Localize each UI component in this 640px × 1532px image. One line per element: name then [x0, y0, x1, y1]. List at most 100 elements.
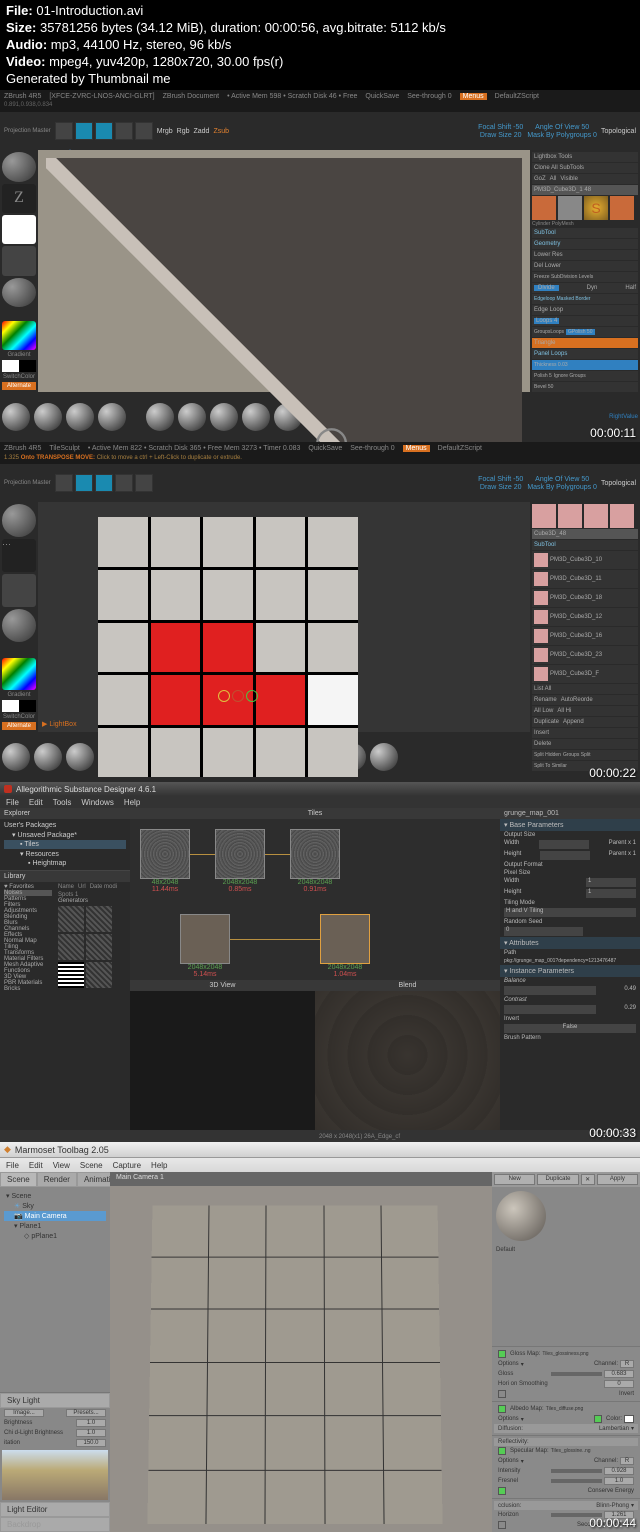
color-picker[interactable]	[2, 321, 36, 350]
draw-icon[interactable]	[75, 122, 93, 140]
stroke-icon[interactable]: ⋯	[2, 539, 36, 572]
menu-windows[interactable]: Windows	[81, 798, 113, 807]
media-info-header: File: 01-Introduction.avi Size: 35781256…	[0, 0, 640, 90]
menu-help[interactable]: Help	[124, 798, 140, 807]
brush-icon[interactable]	[2, 152, 36, 181]
thumbnail-3-substance: Allegorithmic Substance Designer 4.6.1 F…	[0, 782, 640, 1142]
tab-scene[interactable]: Scene	[0, 1172, 37, 1187]
new-button[interactable]: New	[494, 1174, 535, 1185]
lib-thumb[interactable]	[86, 934, 112, 960]
lib-thumb[interactable]	[86, 906, 112, 932]
move-icon[interactable]	[95, 474, 113, 492]
sd-node[interactable]: 2048x2048 5.14ms	[180, 914, 230, 978]
floor-tiles	[147, 1206, 442, 1525]
menu-file[interactable]: File	[6, 798, 19, 807]
tool-swatch[interactable]	[532, 196, 556, 220]
menu-file[interactable]: File	[6, 1161, 19, 1170]
menu-scene[interactable]: Scene	[80, 1161, 103, 1170]
thumbnail-4-marmoset: ◆ Marmoset Toolbag 2.05 File Edit View S…	[0, 1142, 640, 1532]
tool-swatch[interactable]: S	[584, 196, 608, 220]
backdrop[interactable]: Backdrop	[0, 1517, 110, 1532]
tab-render[interactable]: Render	[37, 1172, 77, 1187]
sd-titlebar: Allegorithmic Substance Designer 4.6.1	[0, 782, 640, 796]
timestamp: 00:00:33	[589, 1126, 636, 1140]
rotate-icon[interactable]	[135, 122, 153, 140]
menu-capture[interactable]: Capture	[113, 1161, 141, 1170]
menu-edit[interactable]: Edit	[29, 798, 43, 807]
transpose-gizmo[interactable]	[218, 690, 258, 702]
material-icon[interactable]	[2, 609, 36, 642]
scale-icon[interactable]	[115, 474, 133, 492]
sd-center: Tiles 48x2048 11.44ms 2048x2048 0.85ms 2…	[130, 808, 500, 1130]
material-preview[interactable]	[496, 1191, 546, 1241]
lib-thumb[interactable]	[58, 962, 84, 988]
presets-button[interactable]: Presets...	[66, 1409, 106, 1417]
mt-material-panel[interactable]: New Duplicate ✕ Apply Default Gloss Map:…	[492, 1172, 640, 1532]
mt-left-panel[interactable]: Scene Render Animation ▾ Scene ☀ Sky 📷 M…	[0, 1172, 110, 1532]
sd-node[interactable]: 2048x2048 0.85ms	[215, 829, 265, 893]
scene-tree[interactable]: ▾ Scene ☀ Sky 📷 Main Camera ▾ Plane1 ◇ p…	[0, 1187, 110, 1245]
zbrush-toolbar[interactable]: Projection Master Mrgb Rgb Zadd Zsub Foc…	[0, 112, 640, 150]
zbrush-right-tray[interactable]: Lightbox Tools Clone All SubTools GoZAll…	[530, 150, 640, 392]
lib-thumb[interactable]	[58, 934, 84, 960]
sd-viewers[interactable]: 3D View Blend 2048 x 2048(x1) 26A_Edge_c…	[130, 980, 500, 1130]
scale-icon[interactable]	[115, 122, 133, 140]
timestamp: 00:00:44	[589, 1516, 636, 1530]
alpha-icon[interactable]	[2, 574, 36, 607]
zbrush-left-tray[interactable]: ⋯ Gradient SwitchColor Alternate	[0, 502, 38, 732]
timestamp: 00:00:11	[590, 426, 636, 440]
light-editor[interactable]: Light Editor	[0, 1502, 110, 1517]
zbrush-toolbar[interactable]: Projection Master Focal Shift -50Draw Si…	[0, 464, 640, 502]
tool-swatch[interactable]	[610, 196, 634, 220]
menu-tools[interactable]: Tools	[53, 798, 72, 807]
zbrush-left-tray[interactable]: Z Gradient SwitchColor Alternate	[0, 150, 38, 392]
sd-explorer-panel[interactable]: Explorer User's Packages ▾ Unsaved Packa…	[0, 808, 130, 1130]
tool-swatch[interactable]	[558, 196, 582, 220]
hdri-preview[interactable]	[2, 1450, 108, 1500]
tool-swatch[interactable]	[558, 504, 582, 528]
zbrush-menubar[interactable]: 0.891,0.938,0.834	[0, 102, 640, 112]
mt-viewport[interactable]: Main Camera 1	[110, 1172, 492, 1532]
delete-button[interactable]: ✕	[581, 1174, 595, 1185]
zbrush-status: 1.325 Onto TRANSPOSE MOVE: Click to move…	[0, 454, 640, 464]
zbrush-right-tray[interactable]: Cube3D_48 SubTool PM3D_Cube3D_10 PM3D_Cu…	[530, 502, 640, 732]
edit-icon[interactable]	[55, 474, 73, 492]
apply-button[interactable]: Apply	[597, 1174, 638, 1185]
zbrush-viewport[interactable]: ▶ LightBox	[38, 502, 530, 732]
edit-icon[interactable]	[55, 122, 73, 140]
menu-help[interactable]: Help	[151, 1161, 167, 1170]
lib-thumb[interactable]	[86, 962, 112, 988]
lightbox-button[interactable]: ▶ LightBox	[42, 720, 77, 728]
sd-node[interactable]: 2048x2048 0.91ms	[290, 829, 340, 893]
mt-menubar[interactable]: File Edit View Scene Capture Help	[0, 1158, 640, 1172]
tool-swatch[interactable]	[584, 504, 608, 528]
menu-view[interactable]: View	[53, 1161, 70, 1170]
brush-icon[interactable]	[2, 504, 36, 537]
texture-icon[interactable]	[2, 246, 36, 275]
duplicate-button[interactable]: Duplicate	[537, 1174, 578, 1185]
sd-properties[interactable]: grunge_map_001 ▾ Base Parameters Output …	[500, 808, 640, 1130]
zbrush-titlebar: ZBrush 4R5 TileSculpt • Active Mem 822 •…	[0, 442, 640, 454]
sd-node[interactable]: 2048x2048 1.04ms	[320, 914, 370, 978]
menu-edit[interactable]: Edit	[29, 1161, 43, 1170]
material-icon[interactable]	[2, 278, 36, 307]
move-icon[interactable]	[95, 122, 113, 140]
draw-icon[interactable]	[75, 474, 93, 492]
material-sphere[interactable]	[2, 403, 30, 431]
zbrush-titlebar: ZBrush 4R5 [XFCE-ZVRC-LNOS-ANCI-GLRT] ZB…	[0, 90, 640, 102]
lib-thumb[interactable]	[58, 906, 84, 932]
stroke-icon[interactable]: Z	[2, 184, 36, 213]
sd-menubar[interactable]: File Edit Tools Windows Help	[0, 796, 640, 808]
thumbnail-1-zbrush: ZBrush 4R5 [XFCE-ZVRC-LNOS-ANCI-GLRT] ZB…	[0, 90, 640, 442]
alpha-icon[interactable]	[2, 215, 36, 244]
image-button[interactable]: Image...	[4, 1409, 44, 1417]
sd-node[interactable]: 48x2048 11.44ms	[140, 829, 190, 893]
zbrush-viewport[interactable]	[38, 150, 530, 392]
rotate-icon[interactable]	[135, 474, 153, 492]
skylight-section[interactable]: Sky Light	[0, 1393, 110, 1408]
tool-swatch[interactable]	[610, 504, 634, 528]
color-picker[interactable]	[2, 658, 36, 691]
sd-graph[interactable]: 48x2048 11.44ms 2048x2048 0.85ms 2048x20…	[130, 819, 500, 980]
tool-swatch[interactable]	[532, 504, 556, 528]
sd-tree[interactable]: User's Packages ▾ Unsaved Package* ▪ Til…	[0, 819, 130, 870]
